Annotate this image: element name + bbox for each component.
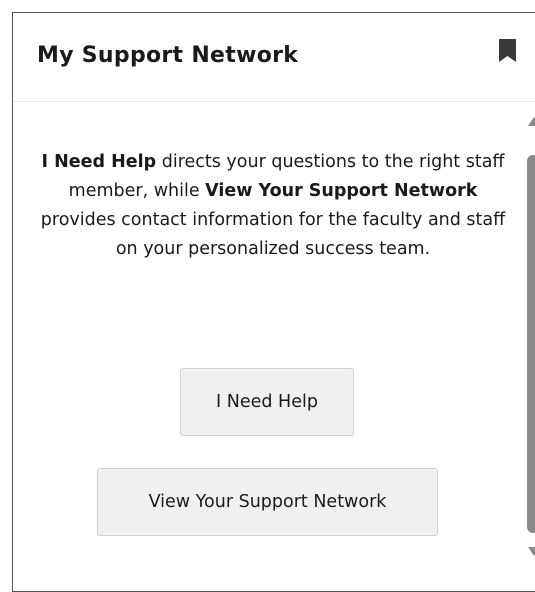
i-need-help-label: I Need Help <box>216 392 318 412</box>
desc-text-2: provides contact information for the fac… <box>40 210 506 259</box>
scroll-thumb[interactable] <box>527 155 535 533</box>
scroll-up-arrow-icon[interactable] <box>528 117 535 126</box>
card-title: My Support Network <box>37 43 299 68</box>
desc-bold-need-help: I Need Help <box>41 152 157 172</box>
bookmark-icon[interactable] <box>499 39 516 62</box>
vertical-scrollbar[interactable] <box>526 113 535 573</box>
view-support-network-button[interactable]: View Your Support Network <box>97 468 438 536</box>
i-need-help-button[interactable]: I Need Help <box>180 368 354 436</box>
support-description: I Need Help directs your questions to th… <box>38 148 508 264</box>
view-support-network-label: View Your Support Network <box>148 492 387 512</box>
card-header: My Support Network <box>13 13 535 102</box>
scroll-down-arrow-icon[interactable] <box>528 547 535 556</box>
desc-bold-view-network: View Your Support Network <box>205 181 478 201</box>
support-network-card: My Support Network I Need Help directs y… <box>12 12 535 592</box>
